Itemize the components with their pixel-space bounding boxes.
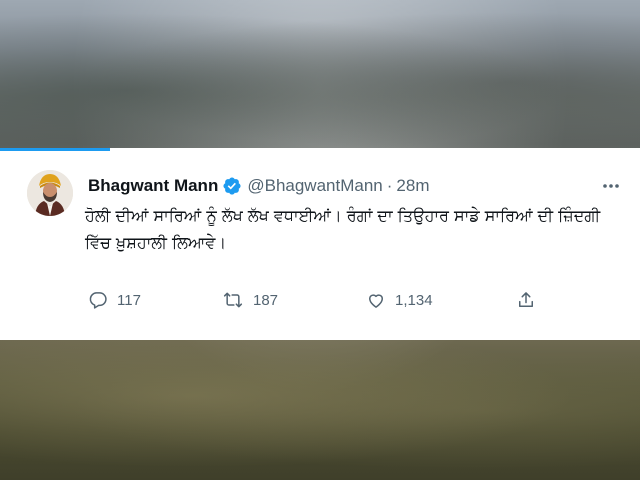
share-button[interactable] [516, 288, 536, 312]
tweet-text: ਹੋਲੀ ਦੀਆਂ ਸਾਰਿਆਂ ਨੂੰ ਲੱਖ ਲੱਖ ਵਧਾਈਆਂ। ਰੰਗ… [85, 206, 601, 252]
tweet-timestamp[interactable]: 28m [396, 176, 429, 196]
separator-dot: · [386, 176, 393, 195]
like-count: 1,134 [395, 291, 433, 309]
more-horizontal-icon[interactable] [602, 178, 620, 194]
avatar-image [27, 170, 73, 216]
reply-button[interactable]: 117 [88, 288, 141, 312]
tweet-actions: 117 187 1,134 [88, 288, 548, 312]
heart-icon [369, 294, 383, 308]
accent-bar [0, 148, 110, 151]
user-handle[interactable]: @BhagwantMann [247, 176, 382, 196]
retweet-count: 187 [253, 291, 279, 309]
background-blur-top [0, 0, 640, 150]
like-button[interactable]: 1,134 [366, 288, 433, 312]
verified-badge-icon [223, 177, 241, 195]
avatar[interactable] [27, 170, 73, 216]
display-name[interactable]: Bhagwant Mann [88, 176, 218, 196]
reply-count: 117 [117, 291, 141, 309]
tweet-header: Bhagwant Mann @BhagwantMann · 28m [88, 174, 430, 198]
tweet-card[interactable]: Bhagwant Mann @BhagwantMann · 28m ਹੋਲੀ ਦ… [0, 148, 640, 340]
background-blur-bottom [0, 340, 640, 480]
retweet-button[interactable]: 187 [222, 288, 278, 312]
reply-bubble-icon [89, 292, 107, 309]
retweet-icon [223, 292, 243, 308]
share-icon [519, 292, 533, 307]
